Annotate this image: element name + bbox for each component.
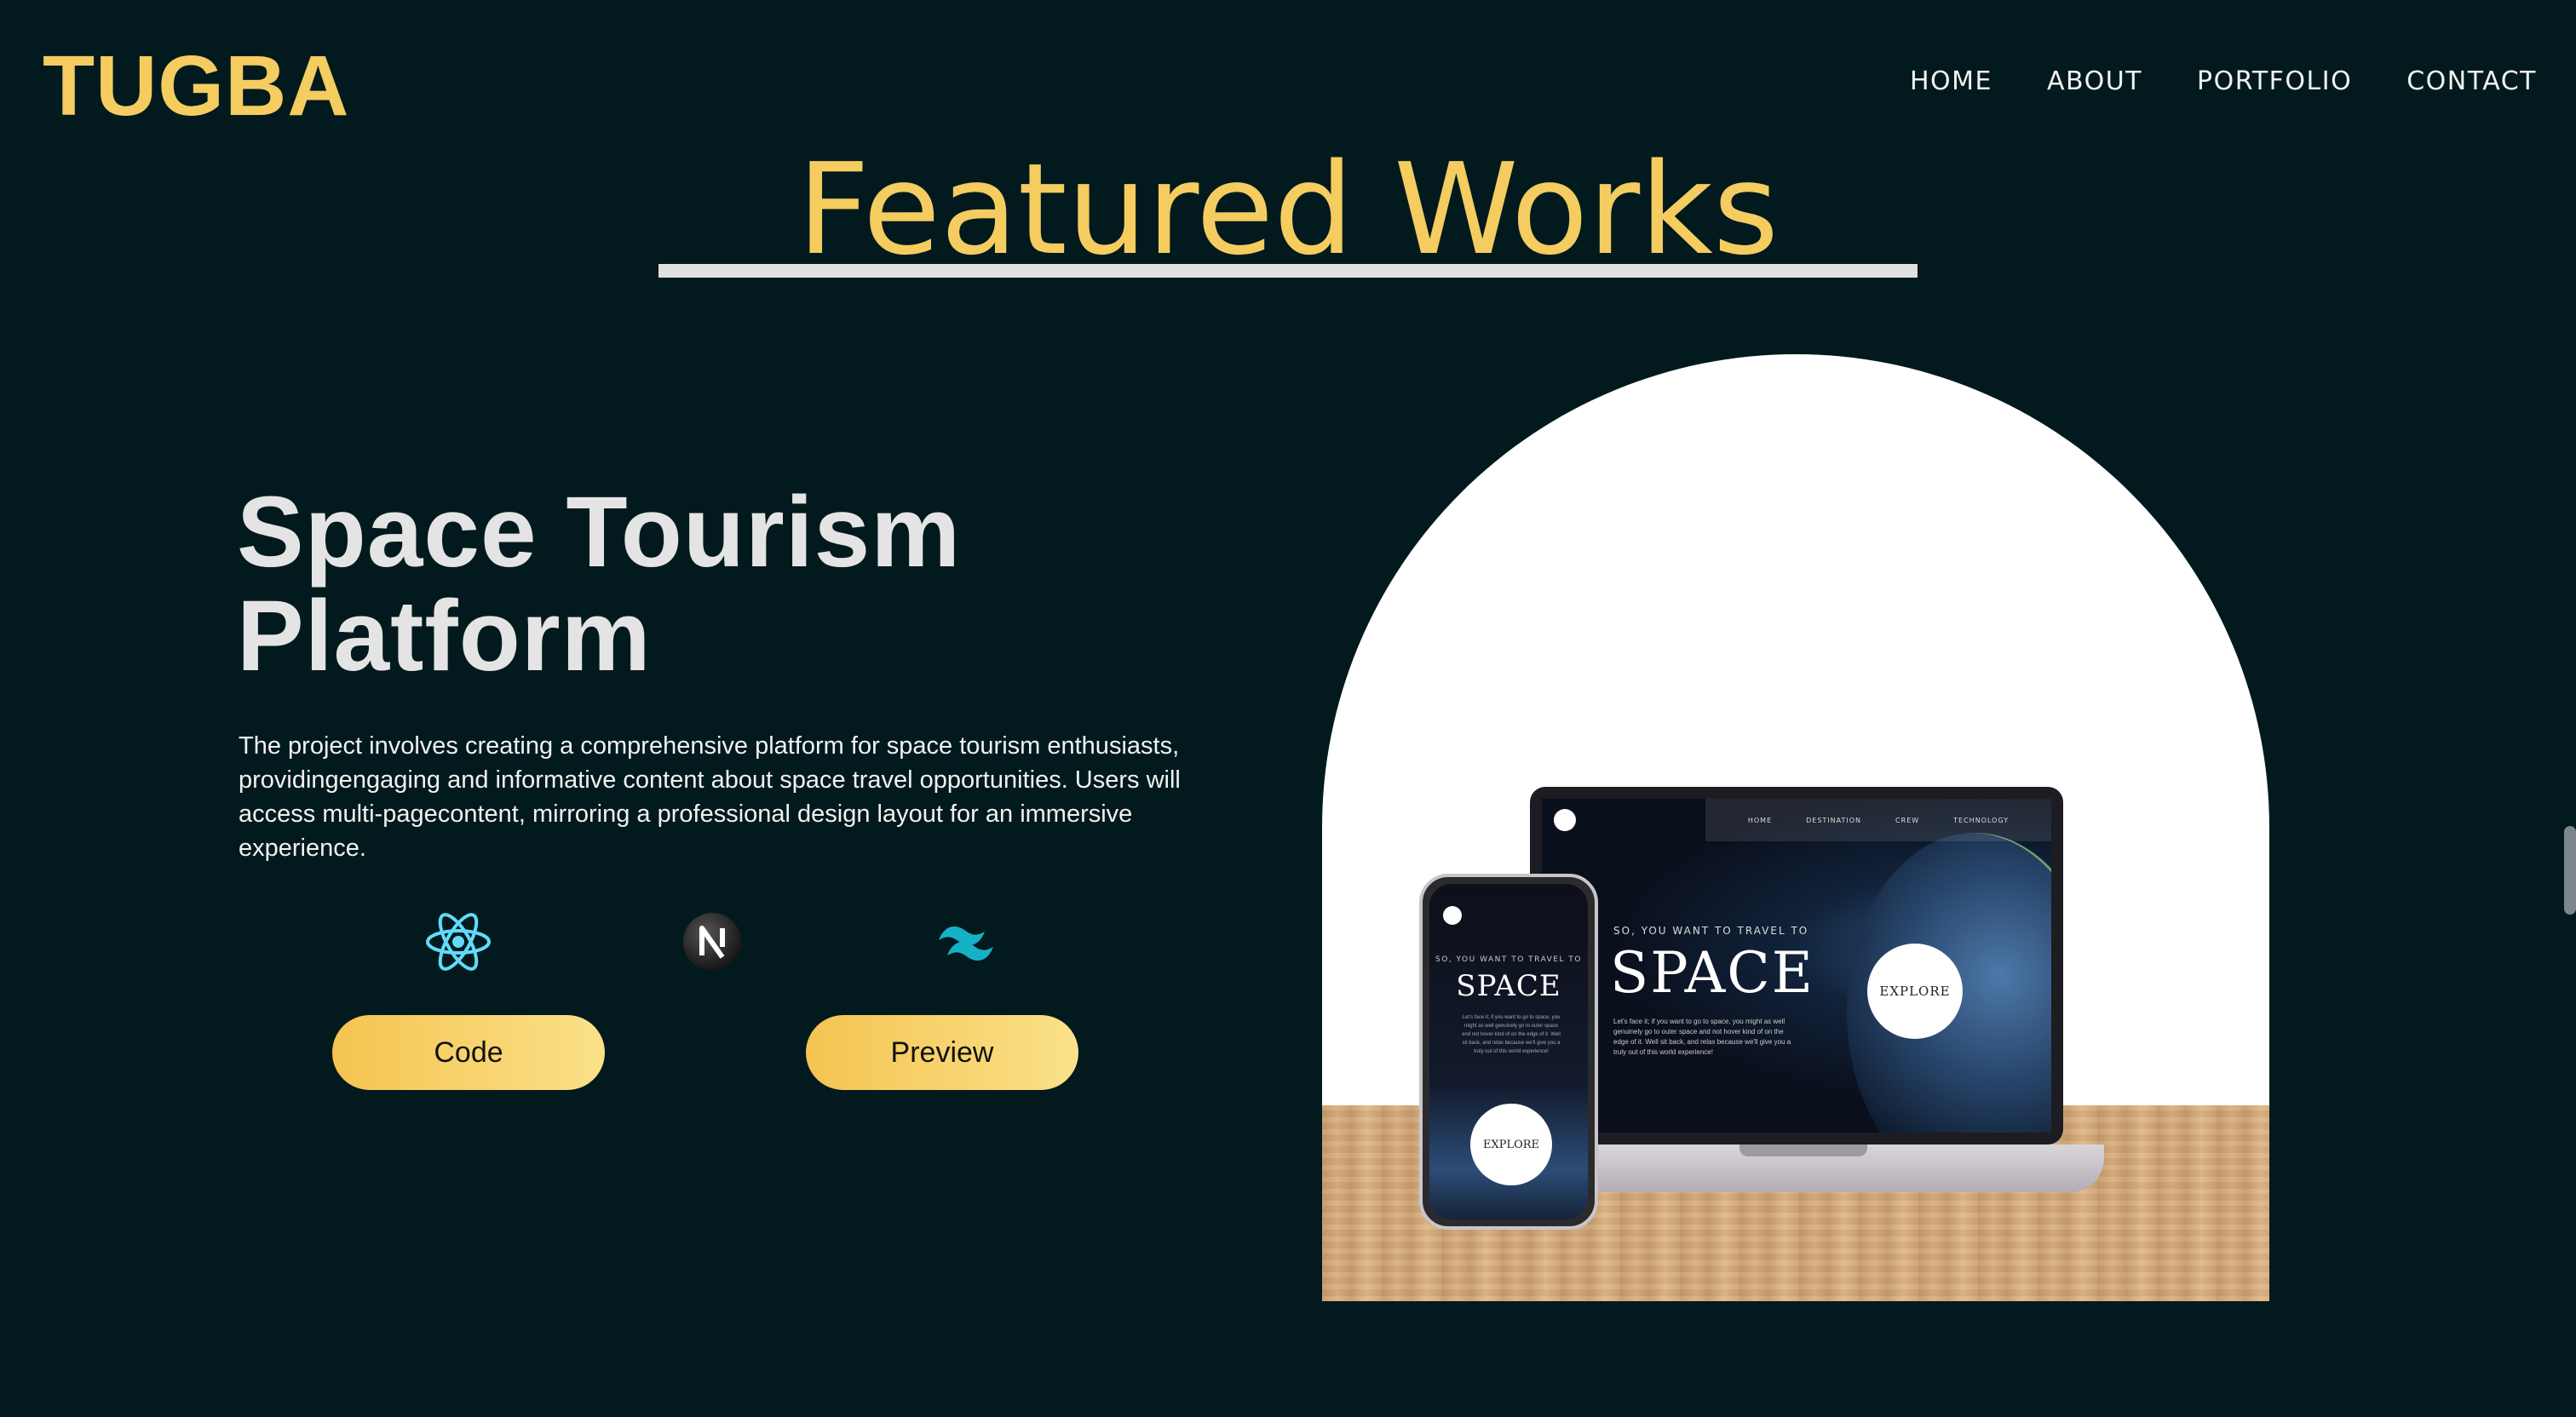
laptop-nav: HOME DESTINATION CREW TECHNOLOGY bbox=[1705, 799, 2051, 841]
phone-headline: SPACE bbox=[1456, 969, 1561, 1003]
laptop-explore-button: EXPLORE bbox=[1867, 944, 1963, 1039]
phone-display: SO, YOU WANT TO TRAVEL TO SPACE Let's fa… bbox=[1429, 884, 1588, 1219]
main-nav: HOME ABOUT PORTFOLIO CONTACT bbox=[1910, 66, 2537, 96]
laptop-nav-item: DESTINATION bbox=[1806, 816, 1862, 824]
nav-item-portfolio[interactable]: PORTFOLIO bbox=[2197, 66, 2352, 96]
laptop-display: HOME DESTINATION CREW TECHNOLOGY SO, YOU… bbox=[1542, 799, 2051, 1133]
phone-mockup: SO, YOU WANT TO TRAVEL TO SPACE Let's fa… bbox=[1419, 874, 1598, 1230]
code-button[interactable]: Code bbox=[332, 1015, 605, 1090]
nav-item-about[interactable]: ABOUT bbox=[2047, 66, 2142, 96]
project-title-line2: Platform bbox=[237, 580, 652, 692]
project-preview-image: HOME DESTINATION CREW TECHNOLOGY SO, YOU… bbox=[1322, 354, 2269, 1301]
laptop-subtitle: SO, YOU WANT TO TRAVEL TO bbox=[1613, 925, 1809, 937]
brand-logo[interactable]: TUGBA bbox=[43, 37, 350, 135]
react-icon bbox=[424, 908, 492, 976]
phone-subtitle: SO, YOU WANT TO TRAVEL TO bbox=[1435, 955, 1582, 964]
tailwind-icon bbox=[932, 908, 1000, 976]
project-description: The project involves creating a comprehe… bbox=[239, 732, 1181, 862]
project-title-line1: Space Tourism bbox=[237, 476, 962, 588]
star-logo-icon bbox=[1443, 906, 1462, 925]
laptop-nav-item: CREW bbox=[1895, 816, 1920, 824]
project-title: Space Tourism Platform bbox=[237, 480, 1259, 688]
laptop-nav-item: HOME bbox=[1747, 816, 1773, 824]
scrollbar-thumb[interactable] bbox=[2564, 826, 2576, 915]
title-underline bbox=[658, 264, 1918, 278]
phone-body: Let's face it; if you want to go to spac… bbox=[1462, 1015, 1561, 1054]
star-logo-icon bbox=[1554, 809, 1576, 831]
nav-item-contact[interactable]: CONTACT bbox=[2406, 66, 2537, 96]
preview-button[interactable]: Preview bbox=[806, 1015, 1078, 1090]
laptop-nav-item: TECHNOLOGY bbox=[1953, 816, 2010, 824]
nav-item-home[interactable]: HOME bbox=[1910, 66, 1992, 96]
laptop-body: Let's face it; if you want to go to spac… bbox=[1613, 1018, 1791, 1056]
phone-explore-button: EXPLORE bbox=[1470, 1104, 1552, 1185]
nextjs-icon bbox=[678, 908, 746, 976]
section-title: Featured Works bbox=[796, 136, 1780, 283]
laptop-notch bbox=[1739, 1144, 1867, 1156]
laptop-headline: SPACE bbox=[1610, 940, 1814, 1006]
laptop-mockup: HOME DESTINATION CREW TECHNOLOGY SO, YOU… bbox=[1530, 787, 2063, 1144]
